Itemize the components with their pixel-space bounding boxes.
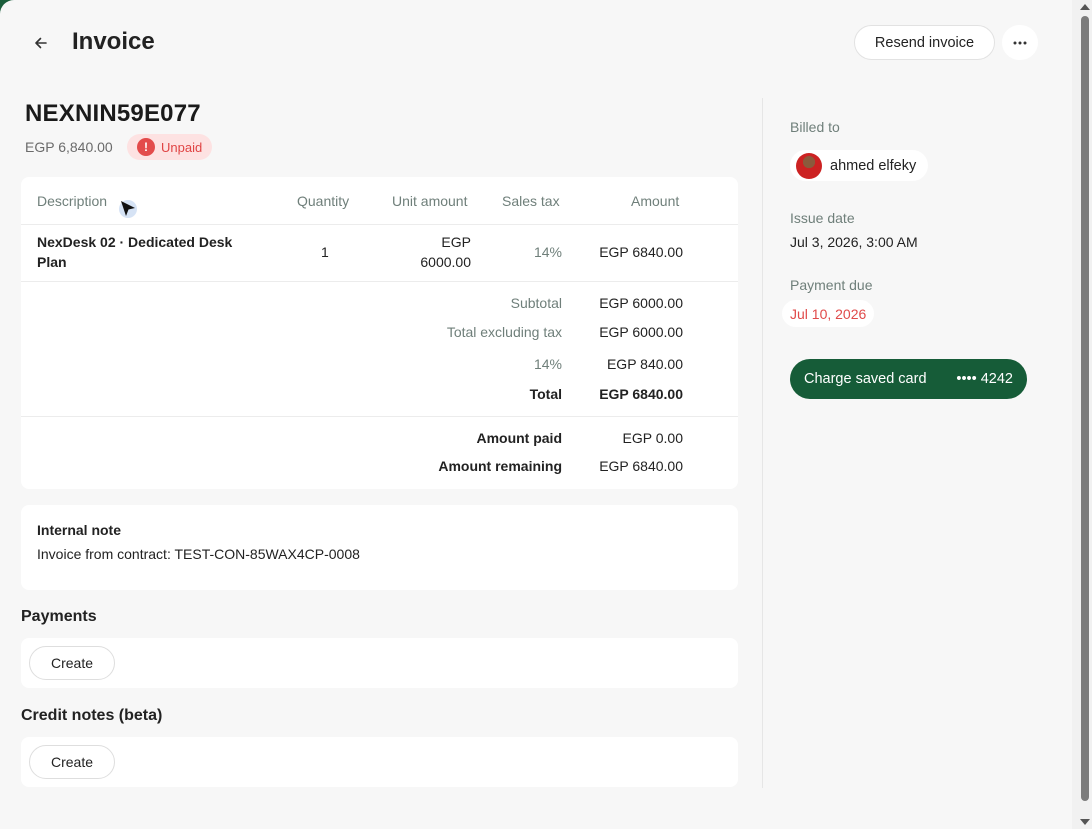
- card-last4: •••• 4242: [956, 371, 1013, 387]
- tax-value: EGP 840.00: [606, 356, 683, 372]
- total-label: Total: [529, 386, 562, 402]
- invoice-number: NEXNIN59E077: [25, 100, 201, 127]
- payment-due-label: Payment due: [790, 277, 873, 293]
- line-items-table: Description Quantity Unit amount Sales t…: [21, 177, 738, 489]
- avatar: [796, 152, 822, 179]
- column-header-quantity: Quantity: [297, 193, 350, 209]
- item-description-cont: Plan: [37, 254, 67, 270]
- customer-name: ahmed elfeky: [830, 157, 917, 174]
- column-header-amount: Amount: [631, 193, 680, 209]
- page-title: Invoice: [72, 28, 155, 55]
- item-description: NexDesk 02 · Dedicated Desk: [37, 234, 233, 250]
- subtotal-label: Subtotal: [510, 295, 562, 311]
- item-unit-amount: 6000.00: [420, 254, 471, 270]
- resend-invoice-button[interactable]: Resend invoice: [854, 25, 995, 60]
- amount-paid-value: EGP 0.00: [622, 430, 683, 446]
- item-unit-currency: EGP: [441, 234, 471, 250]
- internal-note-text: Invoice from contract: TEST-CON-85WAX4CP…: [37, 546, 360, 562]
- invoice-total-amount: EGP 6,840.00: [25, 139, 113, 155]
- payment-due-value: Jul 10, 2026: [782, 300, 875, 327]
- billed-to-label: Billed to: [790, 119, 840, 135]
- scrollbar[interactable]: [1064, 0, 1092, 829]
- internal-note-title: Internal note: [37, 522, 122, 538]
- scroll-down-icon[interactable]: [1080, 819, 1090, 825]
- item-quantity: 1: [321, 244, 329, 260]
- credit-notes-heading: Credit notes (beta): [21, 707, 163, 724]
- customer-chip[interactable]: ahmed elfeky: [790, 150, 929, 181]
- invoice-panel: Invoice Resend invoice NEXNIN59E077 EGP …: [0, 0, 1064, 829]
- payments-card: Create: [21, 638, 738, 688]
- alert-circle-icon: !: [137, 138, 155, 156]
- issue-date-label: Issue date: [790, 210, 855, 226]
- status-label: Unpaid: [161, 139, 203, 155]
- status-badge: ! Unpaid: [127, 134, 213, 160]
- item-sales-tax: 14%: [533, 244, 562, 260]
- scroll-up-icon[interactable]: [1080, 4, 1090, 10]
- create-payment-button[interactable]: Create: [29, 646, 115, 680]
- total-value: EGP 6840.00: [599, 386, 683, 402]
- charge-saved-card-label: Charge saved card: [804, 371, 927, 387]
- internal-note-card: Internal note Invoice from contract: TES…: [21, 505, 738, 590]
- back-button[interactable]: [24, 26, 58, 60]
- more-horizontal-icon: [1013, 41, 1027, 44]
- mouse-pointer-icon: [119, 200, 137, 218]
- total-excluding-tax-value: EGP 6000.00: [599, 324, 683, 340]
- column-header-sales-tax: Sales tax: [502, 193, 560, 209]
- amount-remaining-label: Amount remaining: [438, 458, 562, 474]
- tax-rate-label: 14%: [533, 356, 562, 372]
- credit-notes-card: Create: [21, 737, 738, 787]
- arrow-left-icon: [35, 37, 47, 49]
- amount-paid-label: Amount paid: [476, 430, 562, 446]
- amount-remaining-value: EGP 6840.00: [599, 458, 683, 474]
- row-divider: [21, 281, 738, 282]
- row-divider: [21, 224, 738, 225]
- payments-heading: Payments: [21, 608, 97, 625]
- row-divider: [21, 416, 738, 417]
- more-options-button[interactable]: [1002, 25, 1038, 60]
- issue-date-value: Jul 3, 2026, 3:00 AM: [790, 234, 918, 250]
- column-header-description: Description: [37, 193, 108, 209]
- scrollbar-thumb[interactable]: [1081, 16, 1089, 801]
- create-credit-note-button[interactable]: Create: [29, 745, 115, 779]
- total-excluding-tax-label: Total excluding tax: [446, 324, 562, 340]
- column-header-unit-amount: Unit amount: [392, 193, 468, 209]
- column-divider: [762, 98, 763, 788]
- item-amount: EGP 6840.00: [599, 244, 683, 260]
- subtotal-value: EGP 6000.00: [599, 295, 683, 311]
- charge-saved-card-button[interactable]: Charge saved card •••• 4242: [790, 359, 1027, 399]
